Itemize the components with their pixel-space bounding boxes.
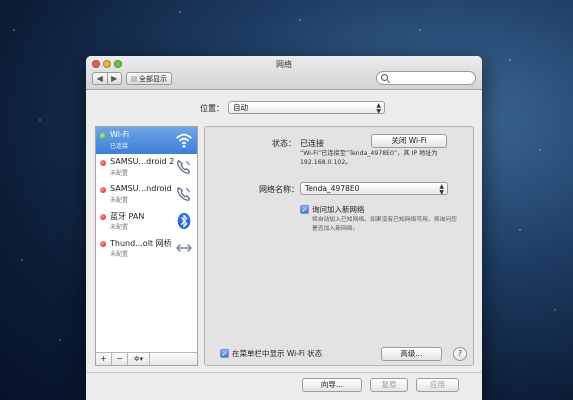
back-button[interactable]: ◀: [93, 73, 107, 84]
service-list-controls: + − ✲▾: [95, 352, 198, 366]
service-list: Wi-Fi 已连接 SAMSU...droid 2 未配置 SAMSU...nd…: [95, 126, 198, 366]
service-item-wifi[interactable]: Wi-Fi 已连接: [96, 127, 197, 154]
network-name-value: Tenda_4978E0: [305, 184, 360, 193]
service-status: 未配置: [110, 251, 129, 258]
ask-join-row: ✓ 询问加入新网络: [300, 204, 365, 215]
status-description: “Wi-Fi”已连接至“Tenda_4978E0”，其 IP 地址为 192.1…: [300, 150, 438, 166]
wifi-icon: [176, 133, 192, 148]
forward-button[interactable]: ▶: [106, 73, 122, 84]
status-value: 已连接: [300, 139, 324, 148]
phone-icon: [177, 159, 191, 174]
status-dot-icon: [100, 160, 106, 166]
ask-join-label: 询问加入新网络: [312, 205, 365, 214]
status-dot-icon: [100, 214, 106, 220]
service-name: 蓝牙 PAN: [110, 212, 145, 221]
updown-arrows-icon: ▲ ▼: [439, 183, 444, 196]
revert-button[interactable]: 复原: [370, 378, 408, 392]
service-name: SAMSU...ndroid: [110, 184, 172, 193]
updown-arrows-icon: ▲ ▼: [376, 102, 381, 115]
service-status: 未配置: [110, 224, 129, 231]
apply-button[interactable]: 应用: [416, 378, 459, 392]
service-name: SAMSU...droid 2: [110, 157, 175, 166]
service-status: 未配置: [110, 197, 129, 204]
show-in-menubar-label: 在菜单栏中显示 Wi-Fi 状态: [232, 349, 323, 358]
status-label: 状态：: [272, 139, 296, 148]
service-item-thunderbolt-bridge[interactable]: Thund...olt 网桥 未配置: [96, 235, 197, 262]
ask-join-checkbox[interactable]: ✓: [300, 205, 309, 214]
service-item-bluetooth-pan[interactable]: 蓝牙 PAN 未配置: [96, 208, 197, 235]
assist-me-button[interactable]: 向导...: [302, 378, 362, 392]
show-all-button[interactable]: 全部显示: [126, 72, 172, 85]
add-service-button[interactable]: +: [96, 353, 112, 365]
service-status: 已连接: [110, 143, 129, 150]
network-name-popup[interactable]: Tenda_4978E0 ▲ ▼: [300, 182, 448, 195]
status-dot-icon: [100, 133, 106, 139]
phone-icon: [177, 186, 191, 201]
advanced-button[interactable]: 高级...: [381, 347, 442, 361]
turn-off-wifi-button[interactable]: 关闭 Wi-Fi: [371, 134, 447, 148]
show-in-menubar-checkbox[interactable]: ✓: [220, 349, 229, 358]
location-popup[interactable]: 自动 ▲ ▼: [228, 101, 385, 114]
location-value: 自动: [233, 103, 248, 112]
bluetooth-icon: [177, 212, 191, 230]
service-status: 未配置: [110, 170, 129, 177]
back-forward-control: ◀ ▶: [92, 72, 122, 85]
network-preferences-window: 网络 ◀ ▶ 全部显示 位置： 自动 ▲ ▼ Wi-Fi 已连接 SAMSU..…: [86, 56, 482, 400]
footer-divider: [86, 372, 482, 373]
title-bar: 网络 ◀ ▶ 全部显示: [86, 56, 482, 90]
location-label: 位置：: [200, 104, 224, 113]
show-all-label: 全部显示: [139, 74, 167, 83]
network-name-label: 网络名称：: [259, 185, 299, 194]
service-item-samsung-2[interactable]: SAMSU...droid 2 未配置: [96, 154, 197, 181]
status-dot-icon: [100, 187, 106, 193]
search-field[interactable]: [376, 71, 476, 85]
remove-service-button[interactable]: −: [112, 353, 128, 365]
gear-menu-button[interactable]: ✲▾: [128, 353, 150, 365]
search-icon: [381, 74, 388, 81]
service-name: Thund...olt 网桥: [110, 239, 172, 248]
show-in-menubar-row: ✓ 在菜单栏中显示 Wi-Fi 状态: [220, 348, 322, 359]
service-item-samsung[interactable]: SAMSU...ndroid 未配置: [96, 181, 197, 208]
bridge-icon: [176, 243, 192, 253]
ask-join-description: 将自动加入已知网络。如果没有已知网络可用，将询问您是否加入新网络。: [312, 217, 457, 232]
window-title: 网络: [276, 60, 292, 69]
status-dot-icon: [100, 241, 106, 247]
grid-icon: [131, 75, 137, 82]
service-name: Wi-Fi: [110, 130, 130, 139]
help-button[interactable]: ?: [453, 347, 467, 361]
